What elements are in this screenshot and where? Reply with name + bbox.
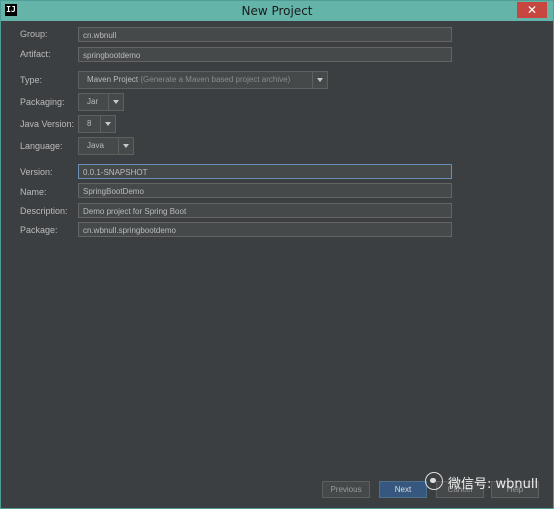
description-field[interactable]: Demo project for Spring Boot xyxy=(78,203,452,218)
wechat-icon xyxy=(425,472,443,490)
chevron-down-icon[interactable] xyxy=(100,116,115,132)
artifact-field[interactable]: springbootdemo xyxy=(78,47,452,62)
previous-button[interactable]: Previous xyxy=(322,481,370,498)
version-label: Version: xyxy=(20,167,53,177)
language-label: Language: xyxy=(20,141,63,151)
package-label: Package: xyxy=(20,225,58,235)
group-label: Group: xyxy=(20,29,48,39)
java-version-select[interactable]: 8 xyxy=(78,115,116,133)
group-field[interactable]: cn.wbnull xyxy=(78,27,452,42)
artifact-label: Artifact: xyxy=(20,49,51,59)
new-project-dialog: IJ New Project ✕ Group: cn.wbnull Artifa… xyxy=(0,0,554,509)
name-label: Name: xyxy=(20,187,47,197)
java-version-value: 8 xyxy=(87,119,92,128)
packaging-label: Packaging: xyxy=(20,97,65,107)
type-select[interactable]: Maven Project (Generate a Maven based pr… xyxy=(78,71,328,89)
packaging-select[interactable]: Jar xyxy=(78,93,124,111)
type-label: Type: xyxy=(20,75,43,85)
package-field[interactable]: cn.wbnull.springbootdemo xyxy=(78,222,452,237)
chevron-down-icon[interactable] xyxy=(108,94,123,110)
java-version-label: Java Version: xyxy=(20,119,75,129)
name-field[interactable]: SpringBootDemo xyxy=(78,183,452,198)
close-button[interactable]: ✕ xyxy=(517,2,547,18)
window-title: New Project xyxy=(241,4,313,18)
title-bar[interactable]: IJ New Project ✕ xyxy=(1,1,553,21)
watermark-text: 微信号: wbnull xyxy=(448,477,539,492)
dialog-content: Group: cn.wbnull Artifact: springbootdem… xyxy=(1,21,553,508)
chevron-down-icon[interactable] xyxy=(312,72,327,88)
type-hint: (Generate a Maven based project archive) xyxy=(140,75,291,84)
language-value: Java xyxy=(87,141,104,150)
next-button[interactable]: Next xyxy=(379,481,427,498)
type-value: Maven Project xyxy=(87,75,139,84)
description-label: Description: xyxy=(20,206,68,216)
chevron-down-icon[interactable] xyxy=(118,138,133,154)
packaging-value: Jar xyxy=(87,97,99,106)
wechat-watermark: 微信号: wbnull xyxy=(425,470,545,494)
language-select[interactable]: Java xyxy=(78,137,134,155)
version-field[interactable]: 0.0.1-SNAPSHOT xyxy=(78,164,452,179)
